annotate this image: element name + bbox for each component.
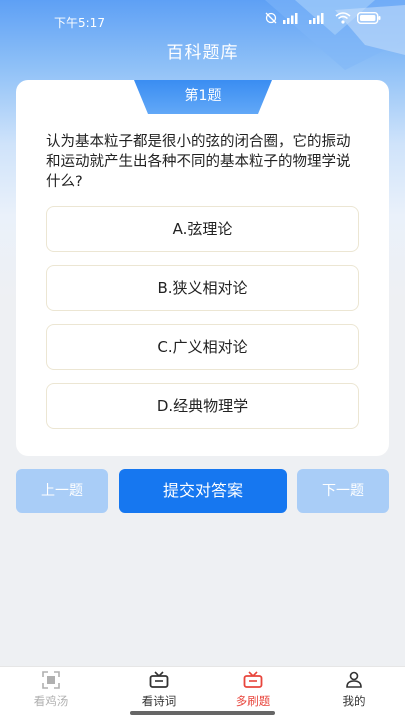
tab-label: 我的 [342,694,366,708]
scan-frame-icon [11,671,91,691]
tab-shuati[interactable]: 多刷题 [213,671,293,709]
signal-icon [283,12,303,27]
wifi-icon [335,12,351,27]
tab-label: 看诗词 [141,694,177,708]
home-indicator[interactable] [130,711,275,715]
signal-icon [309,12,329,27]
submit-answer-button[interactable]: 提交对答案 [119,469,287,513]
person-icon [314,671,394,691]
question-number-badge: 第1题 [134,80,272,114]
alarm-off-icon [265,12,277,27]
tv-icon [119,671,199,691]
option-a[interactable]: A.弦理论 [46,206,359,252]
next-question-button[interactable]: 下一题 [297,469,389,513]
tv-icon [213,671,293,691]
tab-label: 看鸡汤 [33,694,69,708]
question-text: 认为基本粒子都是很小的弦的闭合圈，它的振动和运动就产生出各种不同的基本粒子的物理… [46,134,351,190]
status-time: 下午5:17 [54,16,105,30]
option-c[interactable]: C.广义相对论 [46,324,359,370]
status-icons [265,11,381,27]
tab-shici[interactable]: 看诗词 [119,671,199,709]
option-b[interactable]: B.狭义相对论 [46,265,359,311]
status-bar: 下午5:17 [0,0,405,38]
tab-mine[interactable]: 我的 [314,671,394,709]
question-card: 第1题 认为基本粒子都是很小的弦的闭合圈，它的振动和运动就产生出各种不同的基本粒… [16,80,389,456]
page-title: 百科题库 [166,43,239,63]
prev-question-button[interactable]: 上一题 [16,469,108,513]
tab-label: 多刷题 [235,694,271,708]
battery-icon [356,11,381,27]
option-d[interactable]: D.经典物理学 [46,383,359,429]
question-number: 第1题 [184,88,222,104]
tab-kanjitang[interactable]: 看鸡汤 [11,671,91,709]
